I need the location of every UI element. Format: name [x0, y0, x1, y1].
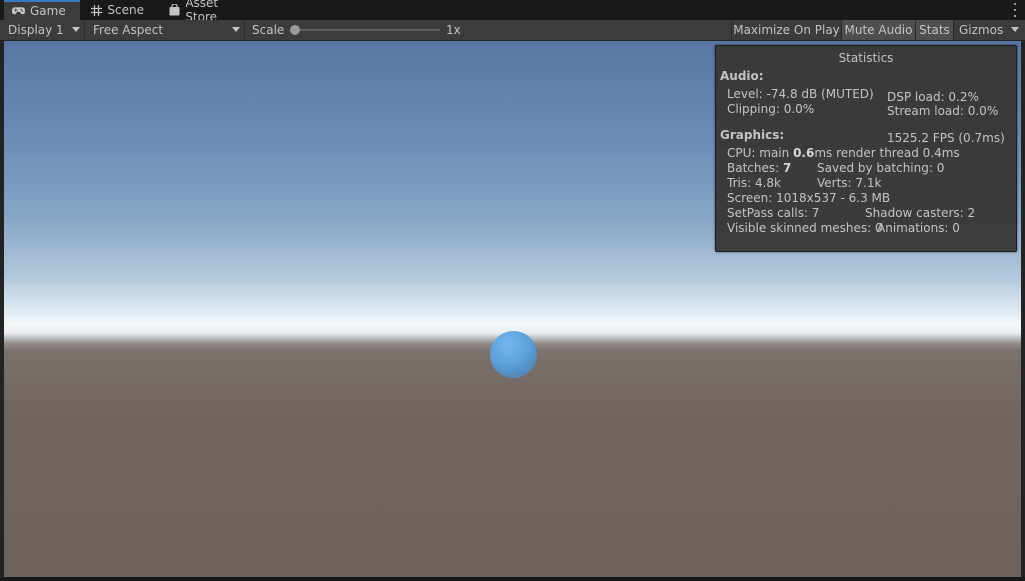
gamepad-icon — [12, 5, 25, 17]
scale-slider-handle[interactable] — [290, 25, 300, 35]
tab-game-label: Game — [30, 4, 66, 18]
scale-label: Scale — [252, 23, 285, 37]
aspect-dropdown[interactable]: Free Aspect — [85, 20, 245, 40]
fps-readout: 1525.2 FPS (0.7ms) — [887, 131, 1005, 145]
shadow-casters: Shadow casters: 2 — [865, 206, 976, 220]
cpu-suffix: ms render thread 0.4ms — [814, 146, 960, 160]
chevron-down-icon — [232, 27, 240, 32]
skinned-meshes: Visible skinned meshes: 0 — [727, 221, 883, 235]
tab-scene-label: Scene — [107, 3, 144, 17]
shopping-bag-icon — [168, 4, 180, 16]
display-dropdown[interactable]: Display 1 — [0, 20, 85, 40]
dsp-load: DSP load: 0.2% — [887, 90, 979, 104]
tris-readout: Tris: 4.8k — [727, 176, 781, 190]
sphere-object — [490, 331, 537, 378]
audio-header: Audio: — [720, 69, 764, 83]
stats-toggle[interactable]: Stats — [915, 20, 953, 40]
statistics-panel: Statistics Audio: Level: -74.8 dB (MUTED… — [715, 45, 1017, 252]
tab-scene[interactable]: Scene — [82, 0, 152, 20]
graphics-header: Graphics: — [720, 128, 785, 142]
audio-clipping: Clipping: 0.0% — [727, 102, 815, 116]
chevron-down-icon — [72, 27, 80, 32]
animations-readout: Animations: 0 — [877, 221, 960, 235]
batches-readout: Batches: 7 — [727, 161, 791, 175]
batches-prefix: Batches: — [727, 161, 783, 175]
cpu-main-value: 0.6 — [793, 146, 815, 160]
statistics-title: Statistics — [838, 51, 894, 65]
display-dropdown-label: Display 1 — [8, 23, 64, 37]
cpu-prefix: CPU: main — [727, 146, 794, 160]
audio-level: Level: -74.8 dB (MUTED) — [727, 87, 874, 101]
scale-slider-track[interactable] — [292, 29, 440, 31]
tab-asset-store[interactable]: Asset Store — [160, 0, 258, 24]
screen-readout: Screen: 1018x537 - 6.3 MB — [727, 191, 891, 205]
saved-by-batching: Saved by batching: 0 — [817, 161, 945, 175]
batches-value: 7 — [783, 161, 792, 175]
mute-audio-toggle[interactable]: Mute Audio — [841, 20, 915, 40]
right-border — [1021, 41, 1025, 577]
gizmos-label: Gizmos — [959, 23, 1004, 37]
bottom-border — [0, 577, 1025, 581]
game-view-toolbar: Display 1 Free Aspect Scale 1x Maximize … — [0, 20, 1025, 41]
chevron-down-icon — [1011, 27, 1019, 32]
gizmos-dropdown[interactable]: Gizmos — [953, 20, 1025, 40]
scale-value: 1x — [446, 23, 461, 37]
stream-load: Stream load: 0.0% — [887, 104, 999, 118]
grid-icon — [90, 4, 102, 16]
tab-game[interactable]: Game — [4, 0, 80, 20]
window-tab-bar: Game Scene Asset Store — [0, 0, 1025, 24]
more-options-icon[interactable] — [1013, 3, 1017, 17]
cpu-readout: CPU: main 0.6ms render thread 0.4ms — [727, 146, 960, 160]
verts-readout: Verts: 7.1k — [817, 176, 882, 190]
aspect-dropdown-label: Free Aspect — [93, 23, 164, 37]
maximize-on-play-toggle[interactable]: Maximize On Play — [731, 20, 841, 40]
setpass-readout: SetPass calls: 7 — [727, 206, 820, 220]
